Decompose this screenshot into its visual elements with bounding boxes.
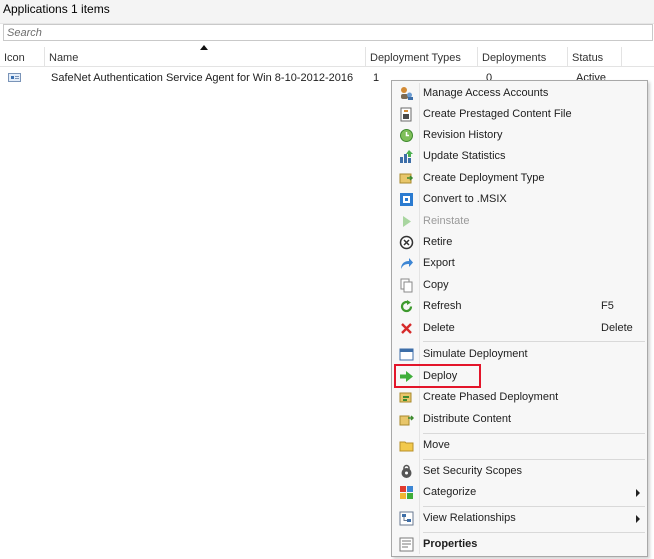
phased-deployment-icon <box>399 392 412 403</box>
menu-item-copy[interactable]: Copy <box>392 275 647 296</box>
column-header-deployments[interactable]: Deployments <box>478 47 568 67</box>
column-header-row: Icon Name Deployment Types Deployments S… <box>0 47 654 67</box>
menu-item-properties[interactable]: Properties <box>392 534 647 555</box>
menu-item-delete[interactable]: Delete Delete <box>392 318 647 339</box>
cell-name: SafeNet Authentication Service Agent for… <box>51 72 354 84</box>
column-header-icon[interactable]: Icon <box>0 47 45 67</box>
context-menu: Manage Access Accounts Create Prestaged … <box>391 80 648 557</box>
menu-item-simulate-deployment[interactable]: Simulate Deployment <box>392 344 647 365</box>
shortcut-label: Delete <box>601 322 633 334</box>
menu-item-move[interactable]: Move <box>392 435 647 456</box>
menu-item-update-statistics[interactable]: Update Statistics <box>392 146 647 167</box>
menu-separator <box>423 459 645 460</box>
menu-item-export[interactable]: Export <box>392 253 647 274</box>
menu-separator <box>423 506 645 507</box>
msix-icon <box>400 193 413 206</box>
submenu-arrow-icon <box>636 515 640 523</box>
menu-item-create-deployment-type[interactable]: Create Deployment Type <box>392 168 647 189</box>
column-header-deployment-types[interactable]: Deployment Types <box>366 47 478 67</box>
menu-item-view-relationships[interactable]: View Relationships <box>392 508 647 529</box>
column-header-name[interactable]: Name <box>45 47 366 67</box>
update-statistics-icon <box>400 150 413 163</box>
simulate-deployment-icon <box>399 348 414 361</box>
properties-icon <box>399 537 414 552</box>
copy-icon <box>400 278 413 293</box>
application-icon <box>8 73 21 82</box>
access-accounts-icon <box>401 87 413 100</box>
search-box[interactable] <box>3 24 653 41</box>
menu-separator <box>423 433 645 434</box>
submenu-arrow-icon <box>636 489 640 497</box>
view-title: Applications 1 items <box>3 2 110 16</box>
menu-item-convert-to-msix[interactable]: Convert to .MSIX <box>392 189 647 210</box>
menu-item-set-security-scopes[interactable]: Set Security Scopes <box>392 461 647 482</box>
delete-icon <box>401 323 412 334</box>
security-scopes-icon <box>401 464 412 478</box>
distribute-content-icon <box>399 415 414 426</box>
move-folder-icon <box>399 441 414 452</box>
menu-item-revision-history[interactable]: Revision History <box>392 125 647 146</box>
cell-deployment-types: 1 <box>373 72 380 84</box>
deploy-highlight-box <box>394 364 481 388</box>
menu-item-reinstate[interactable]: Reinstate <box>392 211 647 232</box>
retire-icon <box>399 235 414 250</box>
search-input[interactable] <box>4 25 652 40</box>
categorize-icon <box>400 486 413 499</box>
reinstate-icon <box>403 216 411 227</box>
menu-separator <box>423 532 645 533</box>
menu-item-manage-access-accounts[interactable]: Manage Access Accounts <box>392 83 647 104</box>
column-header-status[interactable]: Status <box>568 47 622 67</box>
prestaged-content-icon <box>400 107 412 122</box>
menu-separator <box>423 341 645 342</box>
revision-history-icon <box>400 129 413 142</box>
menu-item-create-phased-deployment[interactable]: Create Phased Deployment <box>392 387 647 408</box>
menu-item-distribute-content[interactable]: Distribute Content <box>392 409 647 430</box>
view-header: Applications 1 items <box>0 0 654 24</box>
menu-item-create-prestaged-content-file[interactable]: Create Prestaged Content File <box>392 104 647 125</box>
refresh-icon <box>400 300 413 313</box>
menu-item-categorize[interactable]: Categorize <box>392 482 647 503</box>
shortcut-label: F5 <box>601 300 614 312</box>
menu-item-refresh[interactable]: Refresh F5 <box>392 296 647 317</box>
export-icon <box>401 258 413 269</box>
deployment-type-icon <box>399 173 414 184</box>
relationships-icon <box>399 511 414 526</box>
menu-item-retire[interactable]: Retire <box>392 232 647 253</box>
